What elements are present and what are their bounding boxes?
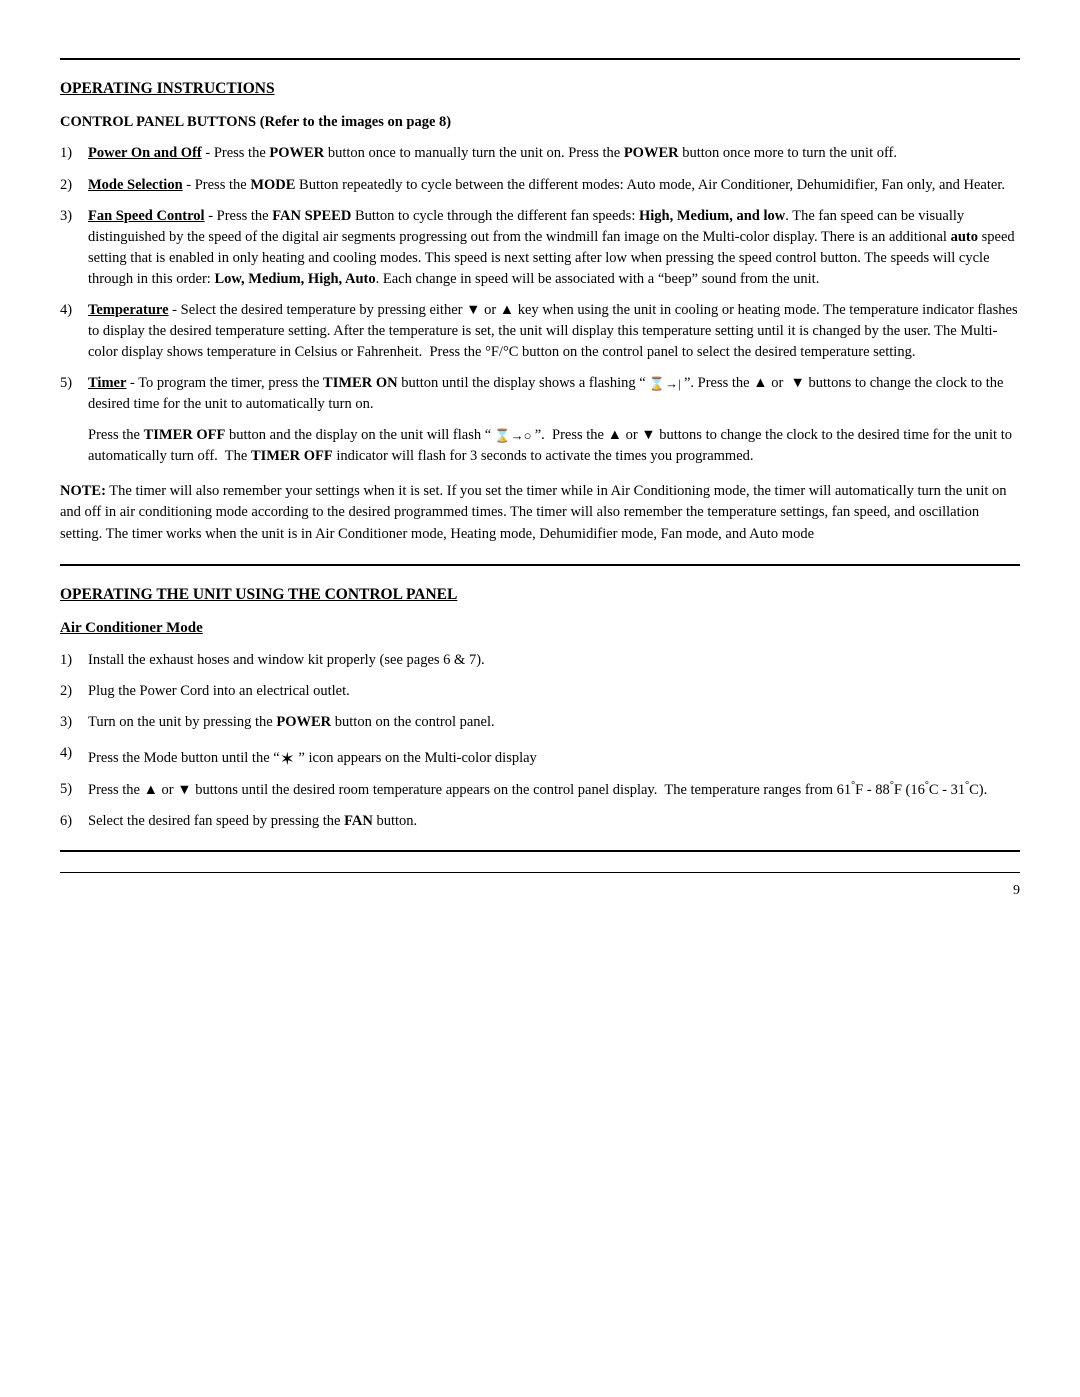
power-text: - Press the POWER button once to manuall… [205,145,897,161]
list-item: 3) Fan Speed Control - Press the FAN SPE… [60,206,1020,290]
list-number: 2) [60,681,88,702]
timer-off-text1: Press the TIMER OFF button and the displ… [88,427,1012,464]
list-number: 6) [60,811,88,832]
timer-label: Timer [88,375,126,391]
mode-text: - Press the MODE Button repeatedly to cy… [186,177,1005,193]
list-content: Select the desired fan speed by pressing… [88,811,1020,832]
timer-on-symbol: ⌛→| [646,375,684,394]
temperature-label: Temperature [88,302,169,318]
list-content: Mode Selection - Press the MODE Button r… [88,175,1020,196]
list-item: 3) Turn on the unit by pressing the POWE… [60,712,1020,733]
list-number: 5) [60,779,88,800]
operating-unit-section: OPERATING THE UNIT USING THE CONTROL PAN… [60,584,1020,832]
speed-order-bold: Low, Medium, High, Auto [214,271,375,287]
ac-item4-text: Press the Mode button until the “✶ ” ico… [88,750,537,766]
temperature-text: - Select the desired temperature by pres… [88,302,1018,360]
list-number: 5) [60,373,88,394]
air-conditioner-mode-title: Air Conditioner Mode [60,618,1020,640]
operating-instructions-section: OPERATING INSTRUCTIONS CONTROL PANEL BUT… [60,78,1020,546]
list-item: 5) Press the ▲ or ▼ buttons until the de… [60,779,1020,801]
timer-off-symbol: ⌛→○ [491,427,535,446]
ac-item6-text: Select the desired fan speed by pressing… [88,813,417,829]
air-conditioner-list: 1) Install the exhaust hoses and window … [60,650,1020,832]
control-panel-subtitle: CONTROL PANEL BUTTONS (Refer to the imag… [60,112,1020,133]
fan-bold-ac: FAN [344,813,373,829]
power-on-off-label: Power On and Off [88,145,202,161]
list-number: 4) [60,300,88,321]
list-item: 5) Timer - To program the timer, press t… [60,373,1020,415]
list-content: Turn on the unit by pressing the POWER b… [88,712,1020,733]
fan-speed-label: Fan Speed Control [88,208,205,224]
top-divider [60,58,1020,60]
list-item: 2) Plug the Power Cord into an electrica… [60,681,1020,702]
list-content: Fan Speed Control - Press the FAN SPEED … [88,206,1020,290]
page-container: OPERATING INSTRUCTIONS CONTROL PANEL BUT… [60,58,1020,901]
note-label: NOTE: [60,483,106,499]
list-item: 1) Power On and Off - Press the POWER bu… [60,143,1020,164]
ac-item1-text: Install the exhaust hoses and window kit… [88,652,485,668]
timer-text: - To program the timer, press the TIMER … [88,375,1003,412]
list-content: Temperature - Select the desired tempera… [88,300,1020,363]
ac-item2-text: Plug the Power Cord into an electrical o… [88,683,350,699]
note-paragraph: NOTE: The timer will also remember your … [60,481,1020,546]
fan-speed-bold2: High, Medium, and low [639,208,785,224]
power-bold1: POWER [269,145,324,161]
list-item: 1) Install the exhaust hoses and window … [60,650,1020,671]
list-content: Install the exhaust hoses and window kit… [88,650,1020,671]
list-number: 1) [60,143,88,164]
ac-item5-text: Press the ▲ or ▼ buttons until the desir… [88,782,987,798]
timer-off-bold1: TIMER OFF [144,427,226,443]
ac-item3-text: Turn on the unit by pressing the POWER b… [88,714,495,730]
power-bold-ac: POWER [276,714,331,730]
snowflake-icon: ✶ [280,746,295,772]
power-bold2: POWER [624,145,679,161]
list-content: Press the Mode button until the “✶ ” ico… [88,743,1020,769]
mode-selection-label: Mode Selection [88,177,183,193]
list-content: Power On and Off - Press the POWER butto… [88,143,1020,164]
list-item: 6) Select the desired fan speed by press… [60,811,1020,832]
section1-title: OPERATING INSTRUCTIONS [60,78,1020,100]
list-number: 4) [60,743,88,764]
list-number: 2) [60,175,88,196]
timer-off-paragraph: Press the TIMER OFF button and the displ… [88,425,1020,467]
timer-on-bold: TIMER ON [323,375,398,391]
fan-speed-bold1: FAN SPEED [272,208,351,224]
list-number: 1) [60,650,88,671]
list-number: 3) [60,206,88,227]
list-number: 3) [60,712,88,733]
section2-title: OPERATING THE UNIT USING THE CONTROL PAN… [60,584,1020,606]
auto-bold: auto [951,229,978,245]
list-item: 4) Press the Mode button until the “✶ ” … [60,743,1020,769]
list-content: Plug the Power Cord into an electrical o… [88,681,1020,702]
mode-bold: MODE [250,177,295,193]
list-content: Timer - To program the timer, press the … [88,373,1020,415]
list-content: Press the ▲ or ▼ buttons until the desir… [88,779,1020,801]
list-item: 2) Mode Selection - Press the MODE Butto… [60,175,1020,196]
instructions-list: 1) Power On and Off - Press the POWER bu… [60,143,1020,414]
timer-off-bold2: TIMER OFF [251,448,333,464]
page-number: 9 [60,872,1020,901]
list-item: 4) Temperature - Select the desired temp… [60,300,1020,363]
middle-divider [60,564,1020,566]
bottom-divider [60,850,1020,852]
fan-speed-text: - Press the FAN SPEED Button to cycle th… [88,208,1015,287]
